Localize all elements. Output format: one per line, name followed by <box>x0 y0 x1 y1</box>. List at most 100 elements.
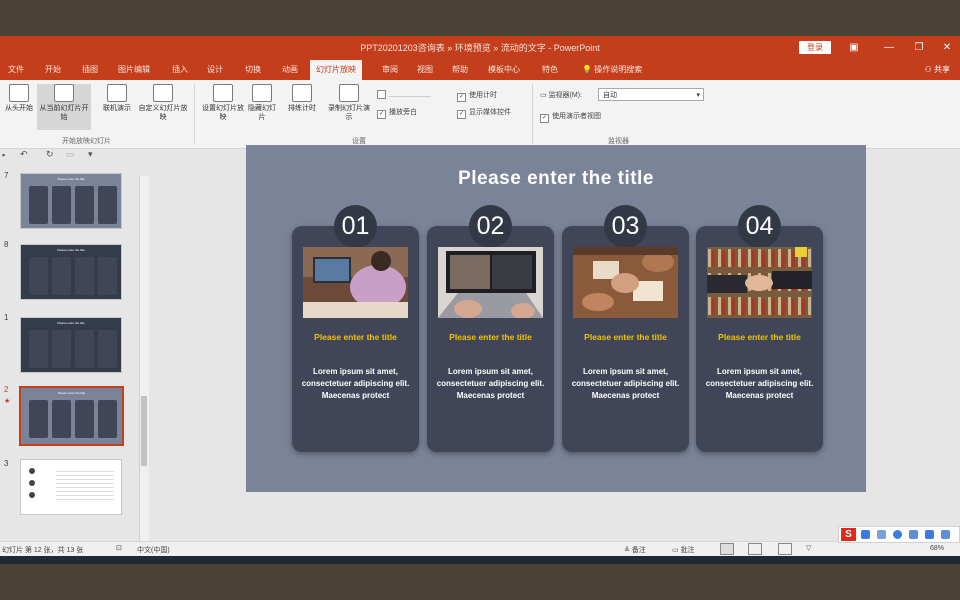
monitor-select[interactable]: 自动 ▾ <box>598 88 704 101</box>
rehearse-timings-button[interactable]: 排练计时 <box>282 84 322 113</box>
quick-access-toolbar: ▪ ↶ ↻ ▭ ▾ <box>0 149 150 163</box>
slide-thumbnail[interactable] <box>20 459 122 515</box>
card-3[interactable]: 03 Please enter the title Lorem ipsum si… <box>562 205 689 452</box>
scrollbar-thumb[interactable] <box>141 396 147 466</box>
check-icon: ✓ <box>457 93 466 102</box>
comments-button[interactable]: ▭ 批注 <box>672 545 695 555</box>
ribbon-tabs: 文件 开始 插图 图片编辑 插入 设计 切换 动画 幻灯片放映 审阅 视图 帮助… <box>0 60 960 80</box>
normal-view-icon[interactable] <box>720 543 734 555</box>
checkbox-label: 使用演示者视图 <box>552 113 601 120</box>
checkbox-media-controls[interactable]: ✓ 显示媒体控件 <box>457 107 511 119</box>
setup-slideshow-icon <box>213 84 233 102</box>
slideshow-view-icon[interactable]: ▽ <box>806 544 811 552</box>
notes-label: 备注 <box>631 547 646 554</box>
tab-picture-edit[interactable]: 图片编辑 <box>118 64 150 75</box>
thumb-number: 8 <box>4 240 9 249</box>
tab-design[interactable]: 设计 <box>207 64 223 75</box>
thumb-number: 2 <box>4 385 9 394</box>
hide-slide-button[interactable]: 隐藏幻灯片 <box>246 84 278 122</box>
customize-icon[interactable]: ▾ <box>88 149 93 160</box>
slide-thumbnail[interactable]: Please enter the title <box>20 317 122 373</box>
checkbox-label: 播放旁白 <box>389 109 417 116</box>
card-1[interactable]: 01 Please enter the title Lorem ipsum si… <box>292 205 419 452</box>
card-2[interactable]: 02 Please enter the title Lorem ipsum si… <box>427 205 554 452</box>
notes-button[interactable]: ≜ 备注 <box>624 545 646 555</box>
redo-icon[interactable]: ↻ <box>46 149 54 160</box>
tell-me-label: 操作说明搜索 <box>594 65 643 74</box>
slide-title[interactable]: Please enter the title <box>246 168 866 190</box>
slideshow-current-icon <box>54 84 74 102</box>
monitor-label: ▭ 监视器(M): <box>540 90 582 100</box>
custom-slideshow-button[interactable]: 自定义幻灯片放映 <box>138 84 188 122</box>
undo-icon[interactable]: ↶ <box>20 149 28 160</box>
language[interactable]: 中文(中国) <box>137 545 170 555</box>
record-slideshow-button[interactable]: 录制幻灯片演示 <box>326 84 372 122</box>
tab-draw[interactable]: 插图 <box>82 64 98 75</box>
tab-insert[interactable]: 插入 <box>172 64 188 75</box>
tab-home[interactable]: 开始 <box>45 64 61 75</box>
toolbox-icon[interactable] <box>941 530 950 539</box>
tab-animations[interactable]: 动画 <box>282 64 298 75</box>
slide-thumbnail[interactable]: Please enter the title <box>20 173 122 229</box>
reading-view-icon[interactable] <box>778 543 792 555</box>
minimize-icon[interactable]: — <box>878 39 900 57</box>
checkbox-dim: —————— <box>377 90 431 100</box>
photo-team-hands <box>573 247 678 318</box>
checkbox-presenter-view[interactable]: ✓ 使用演示者视图 <box>540 111 601 123</box>
microphone-icon[interactable] <box>893 530 902 539</box>
thumb-card <box>52 400 71 438</box>
lightbulb-icon: 💡 <box>582 65 592 74</box>
tab-template-center[interactable]: 模板中心 <box>488 64 520 75</box>
from-beginning-button[interactable]: 从头开始 <box>2 84 36 113</box>
tab-transitions[interactable]: 切换 <box>245 64 261 75</box>
title-bar: PPT20201203咨询表 » 环境预览 » 流动的文字 - PowerPoi… <box>0 36 960 60</box>
tab-view[interactable]: 视图 <box>417 64 433 75</box>
slide-thumbnail-selected[interactable]: Please enter the title <box>19 386 124 446</box>
chinese-mode-icon[interactable] <box>861 530 870 539</box>
keyboard-icon[interactable] <box>909 530 918 539</box>
tab-file[interactable]: 文件 <box>8 64 24 75</box>
thumb-dot <box>29 480 35 486</box>
restore-icon[interactable]: ❐ <box>908 39 930 57</box>
tab-review[interactable]: 审阅 <box>382 64 398 75</box>
zoom-level[interactable]: 68% <box>930 545 944 552</box>
punctuation-icon[interactable] <box>877 530 886 539</box>
slide-sorter-icon[interactable] <box>748 543 762 555</box>
sogou-logo-icon[interactable]: S <box>841 528 856 541</box>
status-bar: 幻灯片 第 12 张，共 13 张 ⊡ 中文(中国) ≜ 备注 ▭ 批注 ▽ 6… <box>0 541 960 557</box>
present-online-icon <box>107 84 127 102</box>
login-button[interactable]: 登录 <box>799 41 831 54</box>
slide-canvas[interactable]: Please enter the title 01 Please enter t… <box>246 145 866 492</box>
slide-thumbnail[interactable]: Please enter the title <box>20 244 122 300</box>
tab-help[interactable]: 帮助 <box>452 64 468 75</box>
thumb-title: Please enter the title <box>57 248 85 252</box>
check-icon: ✓ <box>377 110 386 119</box>
checkbox-label: 使用计时 <box>469 92 497 99</box>
monitor-icon: ▭ <box>540 92 549 99</box>
tab-special[interactable]: 特色 <box>542 64 558 75</box>
ribbon-display-icon[interactable]: ▣ <box>843 39 865 57</box>
present-online-button[interactable]: 联机演示 <box>97 84 137 113</box>
button-label: 联机演示 <box>103 105 131 112</box>
taskbar <box>0 556 960 564</box>
save-icon[interactable]: ▪ <box>2 150 5 160</box>
share-button[interactable]: ⚇ 共享 <box>925 64 950 75</box>
tab-slideshow[interactable]: 幻灯片放映 <box>310 60 362 80</box>
checkbox-use-timings[interactable]: ✓ 使用计时 <box>457 90 497 102</box>
checkbox-play-narration[interactable]: ✓ 播放旁白 <box>377 107 417 119</box>
thumb-card <box>52 186 71 224</box>
card-title: Please enter the title <box>449 332 532 342</box>
thumbnail-scrollbar[interactable] <box>139 176 149 541</box>
card-4[interactable]: 04 Please enter the title Lorem ipsum si… <box>696 205 823 452</box>
tell-me-search[interactable]: 💡 操作说明搜索 <box>582 64 642 75</box>
spellcheck-icon[interactable]: ⊡ <box>116 544 122 552</box>
card-title: Please enter the title <box>718 332 801 342</box>
star-icon: ★ <box>4 398 11 405</box>
button-label: 设置幻灯片放映 <box>202 105 244 121</box>
custom-slideshow-icon <box>153 84 173 102</box>
close-icon[interactable]: ✕ <box>936 39 958 57</box>
start-icon[interactable]: ▭ <box>66 149 75 160</box>
from-current-button[interactable]: 从当前幻灯片开始 <box>37 84 91 130</box>
skin-icon[interactable] <box>925 530 934 539</box>
setup-slideshow-button[interactable]: 设置幻灯片放映 <box>200 84 246 122</box>
